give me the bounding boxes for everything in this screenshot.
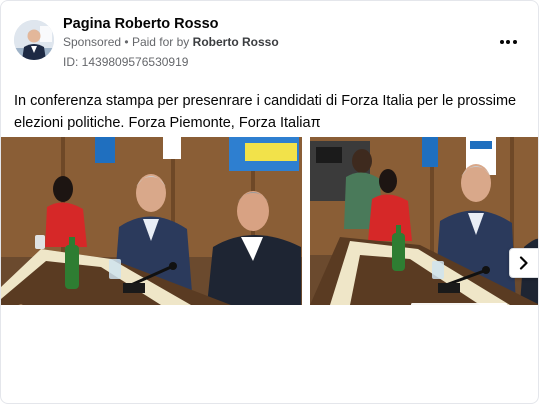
library-id: ID: 1439809576530919 <box>63 55 189 69</box>
press-conference-photo-1[interactable] <box>1 137 302 305</box>
more-horizontal-icon <box>499 40 517 44</box>
sponsor-line: Sponsored • Paid for by Roberto Rosso <box>63 35 279 49</box>
chevron-right-icon <box>519 256 528 270</box>
ad-card: Pagina Roberto Rosso Sponsored • Paid fo… <box>0 0 539 404</box>
image-carousel[interactable] <box>1 137 538 309</box>
carousel-scroll-indicator <box>411 303 507 306</box>
carousel-next-button[interactable] <box>509 248 538 278</box>
post-text: In conferenza stampa per presenrare i ca… <box>14 93 517 131</box>
paid-for-prefix: Paid for by <box>131 35 190 49</box>
paid-for-name: Roberto Rosso <box>192 35 279 49</box>
page-name[interactable]: Pagina Roberto Rosso <box>63 16 219 32</box>
page-avatar[interactable] <box>14 20 54 60</box>
more-options-button[interactable] <box>495 29 521 55</box>
separator-dot: • <box>124 35 129 49</box>
sponsored-label: Sponsored <box>63 35 122 49</box>
press-conference-photo-2[interactable] <box>310 137 538 305</box>
